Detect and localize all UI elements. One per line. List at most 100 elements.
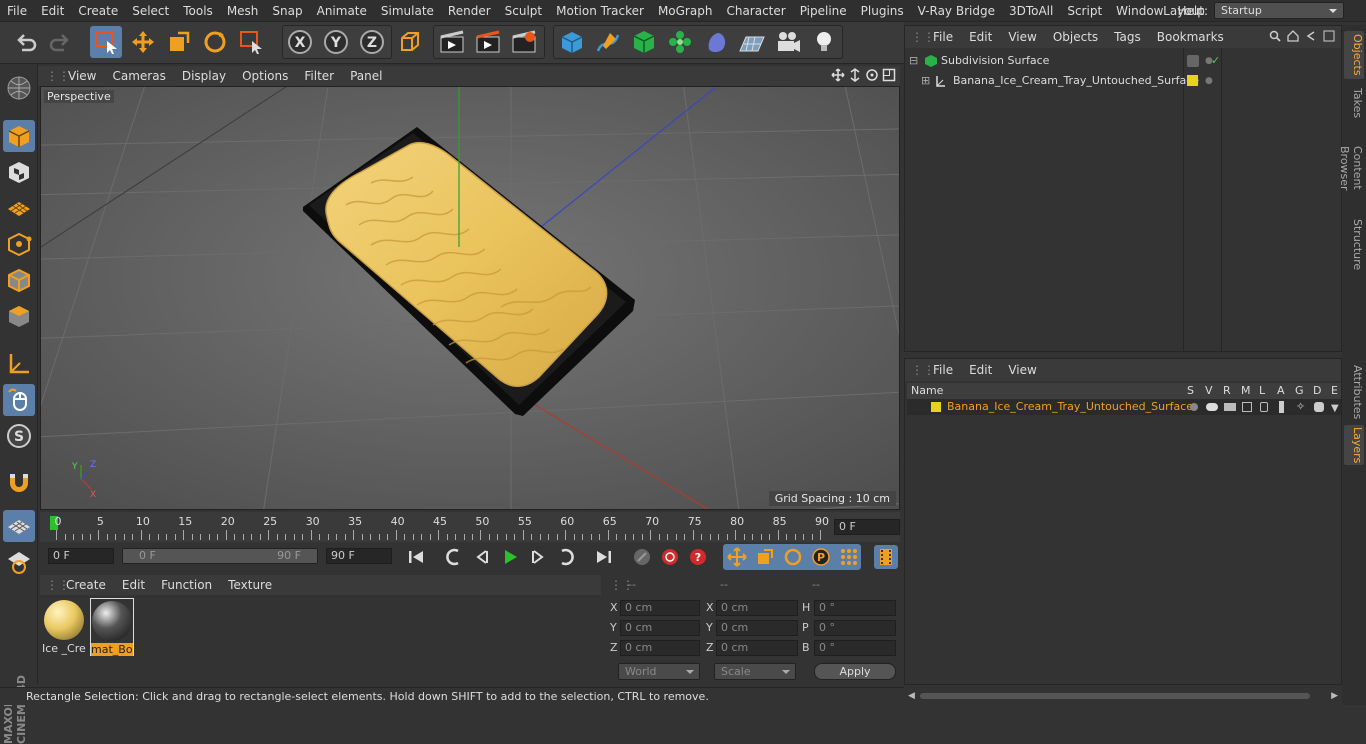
coords-rot-h-field[interactable]: 0 ° (814, 600, 896, 616)
rotate-view-icon[interactable] (865, 68, 879, 82)
scale-tool-icon[interactable] (163, 26, 195, 58)
material-menu-edit[interactable]: Edit (114, 578, 153, 592)
key-parameter-icon[interactable]: P (809, 545, 833, 569)
lm-menu-edit[interactable]: Edit (961, 363, 1000, 377)
layer-color-swatch[interactable] (1187, 75, 1198, 86)
tab-layers[interactable]: Layers (1344, 425, 1364, 465)
coords-world-dropdown[interactable]: World (618, 663, 700, 680)
menu-sculpt[interactable]: Sculpt (498, 0, 549, 22)
material-menu-create[interactable]: Create (58, 578, 114, 592)
menu-edit[interactable]: Edit (34, 0, 71, 22)
next-key-icon[interactable] (554, 545, 578, 569)
end-frame-field[interactable]: 90 F (326, 548, 392, 564)
coords-rot-p-field[interactable]: 0 ° (814, 620, 896, 636)
menu-select[interactable]: Select (125, 0, 176, 22)
tab-structure[interactable]: Structure (1344, 217, 1364, 273)
tweak-mode-icon[interactable] (3, 384, 35, 416)
layer-row[interactable]: Banana_Ice_Cream_Tray_Untouched_Surface … (907, 399, 1341, 415)
model-mode-icon[interactable] (3, 120, 35, 152)
render-settings-icon[interactable] (508, 26, 540, 58)
tab-attributes[interactable]: Attributes (1344, 363, 1364, 421)
scroll-left-icon[interactable]: ◀ (908, 691, 915, 701)
record-keys-icon[interactable] (630, 545, 654, 569)
make-editable-icon[interactable] (3, 72, 35, 104)
editor-visibility-toggle[interactable] (1187, 55, 1199, 67)
camera-icon[interactable] (772, 26, 804, 58)
redo-icon[interactable] (44, 26, 76, 58)
maximize-view-icon[interactable] (882, 68, 896, 82)
menu-mograph[interactable]: MoGraph (651, 0, 720, 22)
keyframe-selection-icon[interactable]: ? (686, 545, 710, 569)
cube-object-icon[interactable] (556, 26, 588, 58)
layer-expression-icon[interactable]: ▼ (1331, 401, 1339, 417)
light-icon[interactable] (808, 26, 840, 58)
viewport-menu-view[interactable]: View (60, 66, 104, 86)
rotate-tool-icon[interactable] (199, 26, 231, 58)
viewport-menu-panel[interactable]: Panel (342, 66, 390, 86)
layer-lock-icon[interactable] (1260, 402, 1268, 412)
om-menu-bookmarks[interactable]: Bookmarks (1149, 30, 1232, 44)
om-menu-view[interactable]: View (1000, 30, 1044, 44)
lm-menu-view[interactable]: View (1000, 363, 1044, 377)
solo-mode-icon[interactable]: S (3, 420, 35, 452)
tab-takes[interactable]: Takes (1344, 83, 1364, 123)
layer-generator-icon[interactable]: ✧ (1296, 399, 1305, 415)
edges-mode-icon[interactable] (3, 264, 35, 296)
coords-size-x-field[interactable]: 0 cm (716, 600, 798, 616)
coords-size-z-field[interactable]: 0 cm (716, 640, 798, 656)
undo-icon[interactable] (10, 26, 42, 58)
play-forward-icon[interactable] (498, 545, 522, 569)
menu-plugins[interactable]: Plugins (854, 0, 911, 22)
pan-view-icon[interactable] (831, 68, 845, 82)
menu-simulate[interactable]: Simulate (374, 0, 441, 22)
menu-window[interactable]: Window (1109, 0, 1170, 22)
zoom-view-icon[interactable] (848, 68, 862, 82)
menu-script[interactable]: Script (1060, 0, 1109, 22)
menu-mesh[interactable]: Mesh (220, 0, 266, 22)
layer-horizontal-scrollbar[interactable]: ◀ ▶ (904, 689, 1342, 703)
tab-objects[interactable]: Objects (1344, 31, 1364, 79)
layer-eye-icon[interactable] (1206, 403, 1218, 411)
key-rotation-icon[interactable] (781, 545, 805, 569)
om-menu-file[interactable]: File (925, 30, 961, 44)
floor-scene-icon[interactable] (736, 26, 768, 58)
key-position-icon[interactable] (725, 545, 749, 569)
start-frame-field[interactable]: 0 F (48, 548, 114, 564)
menu-character[interactable]: Character (719, 0, 792, 22)
om-menu-objects[interactable]: Objects (1045, 30, 1106, 44)
layer-deformer-icon[interactable] (1314, 402, 1324, 412)
menu-file[interactable]: File (0, 0, 34, 22)
menu-motion-tracker[interactable]: Motion Tracker (549, 0, 651, 22)
material-menu-texture[interactable]: Texture (220, 578, 280, 592)
material-ice-cream[interactable]: Ice _Crea (42, 598, 86, 656)
visibility-dots-icon[interactable]: ● (1205, 71, 1213, 91)
apply-button[interactable]: Apply (814, 663, 896, 680)
menu-3dtoall[interactable]: 3DToAll (1002, 0, 1060, 22)
om-menu-edit[interactable]: Edit (961, 30, 1000, 44)
menu-create[interactable]: Create (71, 0, 125, 22)
object-row-banana-tray[interactable]: ⊞ Banana_Ice_Cream_Tray_Untouched_Surfac… (905, 71, 1341, 91)
pen-spline-icon[interactable] (592, 26, 624, 58)
previous-frame-icon[interactable] (470, 545, 494, 569)
coordinate-system-icon[interactable] (394, 26, 426, 58)
om-maximize-icon[interactable] (1323, 30, 1335, 42)
collapse-icon[interactable]: ⊟ (909, 51, 918, 71)
menu-animate[interactable]: Animate (310, 0, 374, 22)
menu-pipeline[interactable]: Pipeline (793, 0, 854, 22)
autokeying-icon[interactable] (658, 545, 682, 569)
viewport-menu-filter[interactable]: Filter (296, 66, 342, 86)
frame-range-slider[interactable]: 0 F 90 F (122, 548, 318, 564)
layout-select[interactable]: Startup (1214, 2, 1344, 19)
coords-pos-x-field[interactable]: 0 cm (620, 600, 700, 616)
polygons-mode-icon[interactable] (3, 300, 35, 332)
layer-color-icon[interactable] (931, 402, 941, 412)
snapping-magnet-icon[interactable] (3, 468, 35, 500)
tab-content-browser[interactable]: Content Browser (1338, 123, 1364, 213)
workplane-mode-icon[interactable] (3, 192, 35, 224)
viewport-camera-label[interactable]: Perspective (44, 90, 114, 103)
layer-render-icon[interactable] (1224, 403, 1236, 411)
points-mode-icon[interactable] (3, 228, 35, 260)
om-home-icon[interactable] (1287, 30, 1299, 42)
menu-render[interactable]: Render (441, 0, 498, 22)
current-frame-field[interactable]: 0 F (834, 519, 900, 535)
